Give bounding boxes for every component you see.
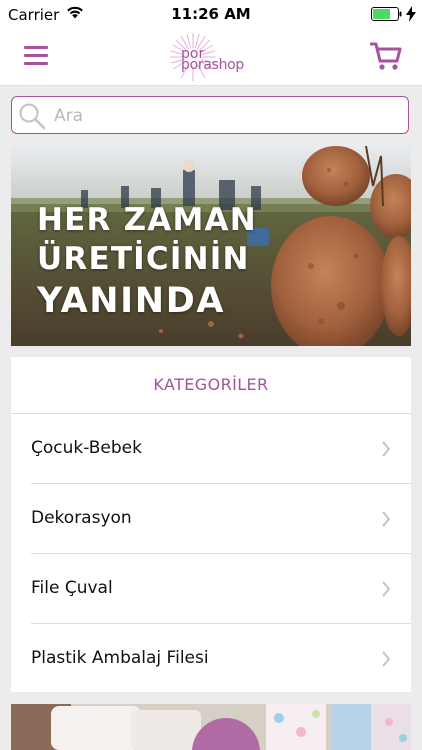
search-icon [19, 103, 46, 130]
hamburger-menu-icon[interactable] [24, 46, 48, 66]
clock: 11:26 AM [171, 5, 251, 23]
category-label: File Çuval [31, 578, 113, 598]
banner-line-2: ÜRETİCİNİN [37, 241, 250, 277]
category-label: Dekorasyon [31, 508, 132, 528]
category-label: Plastik Ambalaj Filesi [31, 648, 209, 668]
category-item-plastik-ambalaj-filesi[interactable]: Plastik Ambalaj Filesi [31, 624, 411, 693]
battery-icon [371, 7, 402, 21]
categories-title: KATEGORİLER [11, 357, 411, 414]
logo-text-bottom: porashop [181, 57, 245, 73]
chevron-right-icon [382, 651, 391, 667]
nav-bar: por porashop [0, 30, 422, 86]
categories-card: KATEGORİLER Çocuk-Bebek Dekorasyon File … [11, 357, 411, 692]
chevron-right-icon [382, 441, 391, 457]
category-label: Çocuk-Bebek [31, 438, 142, 458]
search-input[interactable] [52, 101, 396, 131]
status-bar: Carrier 11:26 AM [0, 0, 422, 30]
shopping-cart-icon[interactable] [370, 40, 402, 72]
category-item-file-cuval[interactable]: File Çuval [31, 554, 411, 624]
chevron-right-icon [382, 511, 391, 527]
banner-line-3: YANINDA [37, 281, 226, 321]
category-item-dekorasyon[interactable]: Dekorasyon [31, 484, 411, 554]
charging-bolt-icon [406, 6, 416, 22]
promo-banner[interactable] [11, 704, 411, 750]
promo-banner-photo [11, 704, 411, 750]
banner-line-1: HER ZAMAN [37, 202, 257, 238]
category-item-cocuk-bebek[interactable]: Çocuk-Bebek [31, 414, 411, 484]
search-bar [11, 96, 409, 134]
chevron-right-icon [382, 581, 391, 597]
hero-banner[interactable]: HER ZAMAN ÜRETİCİNİN YANINDA [11, 146, 411, 346]
porporashop-logo[interactable]: por porashop [165, 32, 257, 82]
